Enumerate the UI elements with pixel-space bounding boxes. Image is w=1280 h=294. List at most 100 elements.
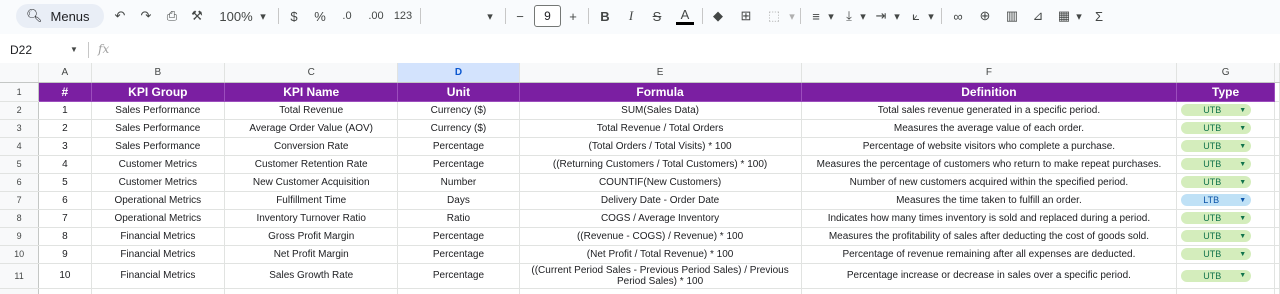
insert-link-icon[interactable]: ∞ <box>950 6 966 26</box>
cell-kpi-name[interactable]: Gross Profit Margin <box>224 227 399 246</box>
cell-unit[interactable]: Percentage <box>397 155 520 174</box>
row-header[interactable]: 11 <box>0 263 40 289</box>
cell-definition[interactable]: Total sales revenue generated in a speci… <box>801 101 1178 120</box>
zoom-select[interactable]: 100% <box>216 6 256 26</box>
vertical-align-dropdown-icon[interactable]: ▾ <box>858 6 868 26</box>
vertical-align-icon[interactable]: ⤓ <box>842 6 856 26</box>
header-type[interactable]: Type <box>1176 82 1275 102</box>
merge-cells-icon[interactable]: ⬚ <box>766 6 782 26</box>
cell-type[interactable]: UTB ▼ <box>1176 101 1275 120</box>
empty-cell[interactable] <box>519 288 802 294</box>
cell-unit[interactable]: Percentage <box>397 227 520 246</box>
decrease-decimal-button[interactable]: .0 <box>338 6 356 26</box>
empty-cell[interactable] <box>1274 155 1280 174</box>
type-dropdown-chip[interactable]: UTB ▼ <box>1181 230 1252 242</box>
row-header[interactable]: 3 <box>0 119 40 138</box>
cell-definition[interactable]: Percentage of website visitors who compl… <box>801 137 1178 156</box>
empty-cell[interactable] <box>1274 101 1280 120</box>
cell-unit[interactable]: Percentage <box>397 245 520 264</box>
header-definition[interactable]: Definition <box>801 82 1178 102</box>
cell-definition[interactable]: Measures the profitability of sales afte… <box>801 227 1178 246</box>
name-box[interactable]: D22 <box>10 43 32 57</box>
cell-num[interactable]: 10 <box>38 263 92 289</box>
empty-cell[interactable] <box>224 288 399 294</box>
zoom-dropdown-icon[interactable]: ▾ <box>258 6 268 26</box>
empty-cell[interactable] <box>91 288 226 294</box>
undo-icon[interactable]: ↶ <box>112 6 128 26</box>
currency-format-button[interactable]: $ <box>288 6 300 26</box>
empty-cell[interactable] <box>801 288 1178 294</box>
cell-unit[interactable]: Number <box>397 173 520 192</box>
merge-dropdown-icon[interactable]: ▾ <box>787 6 797 26</box>
column-header-c[interactable]: C <box>224 63 399 83</box>
horizontal-align-icon[interactable]: ≡ <box>808 6 824 26</box>
increase-decimal-button[interactable]: .00 <box>366 6 386 26</box>
cell-kpi-group[interactable]: Sales Performance <box>91 119 226 138</box>
cell-type[interactable]: UTB ▼ <box>1176 155 1275 174</box>
row-header[interactable]: 8 <box>0 209 40 228</box>
cell-definition[interactable]: Percentage increase or decrease in sales… <box>801 263 1178 289</box>
empty-cell[interactable] <box>1274 263 1280 289</box>
cell-kpi-group[interactable]: Financial Metrics <box>91 245 226 264</box>
empty-cell[interactable] <box>1274 173 1280 192</box>
type-dropdown-chip[interactable]: UTB ▼ <box>1181 176 1252 188</box>
cell-type[interactable]: UTB ▼ <box>1176 137 1275 156</box>
type-dropdown-chip[interactable]: UTB ▼ <box>1181 248 1252 260</box>
redo-icon[interactable]: ↷ <box>138 6 154 26</box>
borders-icon[interactable]: ⊞ <box>738 6 754 26</box>
empty-cell[interactable] <box>1176 288 1275 294</box>
empty-cell[interactable] <box>397 288 520 294</box>
cell-num[interactable]: 2 <box>38 119 92 138</box>
cell-kpi-group[interactable]: Financial Metrics <box>91 227 226 246</box>
filter-views-icon[interactable]: ▦ <box>1056 6 1072 26</box>
cell-formula[interactable]: ((Revenue - COGS) / Revenue) * 100 <box>519 227 802 246</box>
cell-num[interactable]: 4 <box>38 155 92 174</box>
row-header[interactable]: 4 <box>0 137 40 156</box>
header-unit[interactable]: Unit <box>397 82 520 102</box>
empty-cell[interactable] <box>1274 209 1280 228</box>
row-header[interactable]: 6 <box>0 173 40 192</box>
cell-num[interactable]: 7 <box>38 209 92 228</box>
cell-kpi-name[interactable]: Net Profit Margin <box>224 245 399 264</box>
decrease-font-size-button[interactable]: − <box>514 6 526 26</box>
horizontal-align-dropdown-icon[interactable]: ▾ <box>826 6 836 26</box>
cell-kpi-group[interactable]: Sales Performance <box>91 137 226 156</box>
type-dropdown-chip[interactable]: UTB ▼ <box>1181 104 1252 116</box>
cell-kpi-name[interactable]: Average Order Value (AOV) <box>224 119 399 138</box>
type-dropdown-chip[interactable]: UTB ▼ <box>1181 269 1252 282</box>
cell-type[interactable]: UTB ▼ <box>1176 119 1275 138</box>
empty-cell[interactable] <box>38 288 92 294</box>
cell-formula[interactable]: (Total Orders / Total Visits) * 100 <box>519 137 802 156</box>
cell-kpi-group[interactable]: Customer Metrics <box>91 173 226 192</box>
print-icon[interactable]: ⎙ <box>163 6 181 26</box>
select-all-corner[interactable] <box>0 63 40 83</box>
cell-formula[interactable]: COGS / Average Inventory <box>519 209 802 228</box>
row-header[interactable]: 5 <box>0 155 40 174</box>
filter-icon[interactable]: ⊿ <box>1030 6 1046 26</box>
bold-button[interactable]: B <box>598 6 612 26</box>
empty-cell[interactable] <box>1274 191 1280 210</box>
cell-num[interactable]: 6 <box>38 191 92 210</box>
type-dropdown-chip[interactable]: UTB ▼ <box>1181 122 1252 134</box>
cell-unit[interactable]: Percentage <box>397 263 520 289</box>
cell-definition[interactable]: Indicates how many times inventory is so… <box>801 209 1178 228</box>
cell-kpi-name[interactable]: Sales Growth Rate <box>224 263 399 289</box>
paint-format-icon[interactable]: ⚒ <box>189 6 205 26</box>
column-header-f[interactable]: F <box>801 63 1178 83</box>
cell-unit[interactable]: Ratio <box>397 209 520 228</box>
cell-definition[interactable]: Measures the time taken to fulfill an or… <box>801 191 1178 210</box>
cell-unit[interactable]: Percentage <box>397 137 520 156</box>
font-size-input[interactable]: 9 <box>534 5 561 27</box>
row-header[interactable]: 9 <box>0 227 40 246</box>
cell-num[interactable]: 8 <box>38 227 92 246</box>
empty-cell[interactable] <box>1274 288 1280 294</box>
increase-font-size-button[interactable]: + <box>566 6 580 26</box>
type-dropdown-chip[interactable]: UTB ▼ <box>1181 212 1252 224</box>
text-wrap-icon[interactable]: ⇥ <box>874 6 888 26</box>
column-header-b[interactable]: B <box>91 63 226 83</box>
number-format-button[interactable]: 123 <box>393 6 413 26</box>
cell-unit[interactable]: Currency ($) <box>397 101 520 120</box>
cell-kpi-group[interactable]: Financial Metrics <box>91 263 226 289</box>
cell-definition[interactable]: Percentage of revenue remaining after al… <box>801 245 1178 264</box>
row-header[interactable]: 2 <box>0 101 40 120</box>
